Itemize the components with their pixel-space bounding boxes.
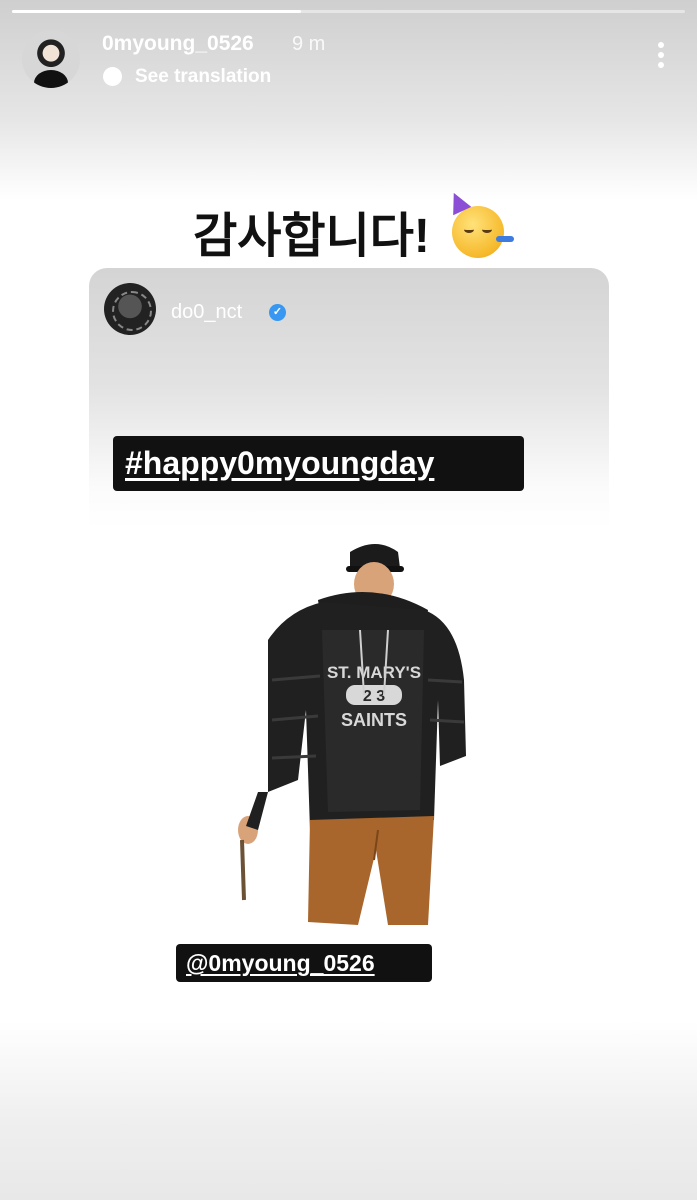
hashtag-sticker[interactable]: #happy0myoungday [113,436,524,491]
story-username[interactable]: 0myoung_0526 [102,32,254,56]
story-timestamp: 9 m [292,33,326,55]
mention-sticker[interactable]: @0myoung_0526 [176,944,432,982]
person-photo: ST. MARY'S 2 3 SAINTS [228,530,473,930]
sweatshirt-line-3: SAINTS [341,710,407,730]
story-caption: 감사합니다! [0,188,697,266]
party-face-icon [444,188,514,258]
verified-badge-icon: ✓ [269,304,286,321]
caption-text: 감사합니다! [193,210,430,263]
sweatshirt-line-1: ST. MARY'S [327,663,421,682]
more-options-icon[interactable] [657,42,665,72]
story-header: 0myoung_0526 9 m See translation [0,22,697,102]
see-translation-button[interactable]: See translation [135,66,271,88]
reshared-username[interactable]: do0_nct [171,301,242,324]
reshared-avatar[interactable] [104,283,156,335]
story-progress-bar [12,10,685,13]
avatar[interactable] [22,30,80,88]
translate-icon[interactable] [103,67,122,86]
story-progress-fill [12,10,302,13]
sweatshirt-line-2: 2 3 [363,688,385,705]
